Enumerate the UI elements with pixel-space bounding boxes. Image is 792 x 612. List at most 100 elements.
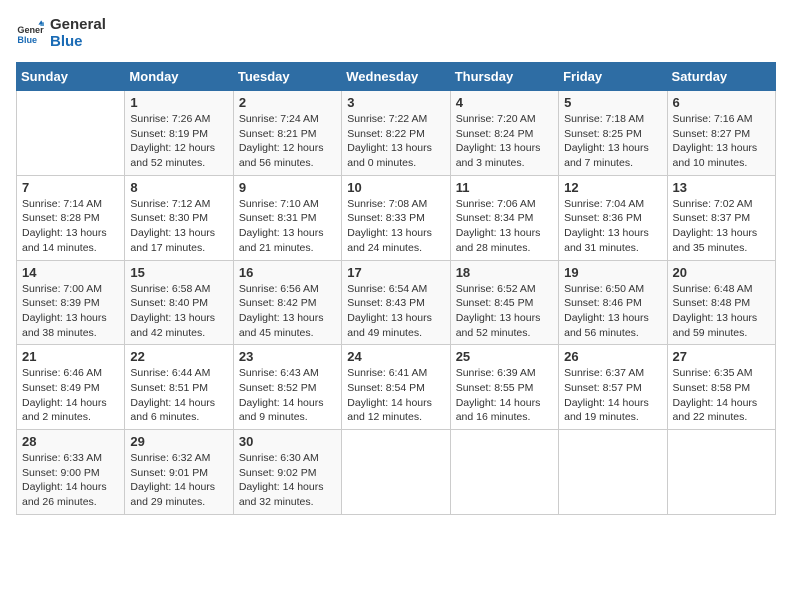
col-header-monday: Monday xyxy=(125,63,233,91)
day-number: 25 xyxy=(456,349,553,364)
day-number: 20 xyxy=(673,265,770,280)
logo-icon: General Blue xyxy=(16,19,44,47)
day-info: Sunrise: 7:22 AMSunset: 8:22 PMDaylight:… xyxy=(347,112,444,171)
calendar-cell: 24 Sunrise: 6:41 AMSunset: 8:54 PMDayligh… xyxy=(342,345,450,430)
calendar-week-row: 21 Sunrise: 6:46 AMSunset: 8:49 PMDayligh… xyxy=(17,345,776,430)
day-number: 3 xyxy=(347,95,444,110)
calendar-cell: 8 Sunrise: 7:12 AMSunset: 8:30 PMDaylight… xyxy=(125,175,233,260)
col-header-sunday: Sunday xyxy=(17,63,125,91)
day-info: Sunrise: 6:46 AMSunset: 8:49 PMDaylight:… xyxy=(22,366,119,425)
calendar-cell: 4 Sunrise: 7:20 AMSunset: 8:24 PMDaylight… xyxy=(450,91,558,176)
day-info: Sunrise: 7:24 AMSunset: 8:21 PMDaylight:… xyxy=(239,112,336,171)
col-header-tuesday: Tuesday xyxy=(233,63,341,91)
day-info: Sunrise: 7:02 AMSunset: 8:37 PMDaylight:… xyxy=(673,197,770,256)
day-info: Sunrise: 6:35 AMSunset: 8:58 PMDaylight:… xyxy=(673,366,770,425)
day-info: Sunrise: 7:06 AMSunset: 8:34 PMDaylight:… xyxy=(456,197,553,256)
day-info: Sunrise: 7:04 AMSunset: 8:36 PMDaylight:… xyxy=(564,197,661,256)
day-number: 18 xyxy=(456,265,553,280)
calendar-cell: 1 Sunrise: 7:26 AMSunset: 8:19 PMDaylight… xyxy=(125,91,233,176)
day-number: 24 xyxy=(347,349,444,364)
day-info: Sunrise: 6:54 AMSunset: 8:43 PMDaylight:… xyxy=(347,282,444,341)
calendar-cell: 14 Sunrise: 7:00 AMSunset: 8:39 PMDayligh… xyxy=(17,260,125,345)
day-info: Sunrise: 6:52 AMSunset: 8:45 PMDaylight:… xyxy=(456,282,553,341)
calendar-week-row: 1 Sunrise: 7:26 AMSunset: 8:19 PMDaylight… xyxy=(17,91,776,176)
calendar-cell: 11 Sunrise: 7:06 AMSunset: 8:34 PMDayligh… xyxy=(450,175,558,260)
calendar-cell xyxy=(17,91,125,176)
day-info: Sunrise: 7:00 AMSunset: 8:39 PMDaylight:… xyxy=(22,282,119,341)
day-info: Sunrise: 6:56 AMSunset: 8:42 PMDaylight:… xyxy=(239,282,336,341)
day-info: Sunrise: 7:26 AMSunset: 8:19 PMDaylight:… xyxy=(130,112,227,171)
day-number: 30 xyxy=(239,434,336,449)
day-info: Sunrise: 6:48 AMSunset: 8:48 PMDaylight:… xyxy=(673,282,770,341)
day-number: 13 xyxy=(673,180,770,195)
day-number: 4 xyxy=(456,95,553,110)
day-number: 29 xyxy=(130,434,227,449)
calendar-cell: 2 Sunrise: 7:24 AMSunset: 8:21 PMDaylight… xyxy=(233,91,341,176)
calendar-cell: 23 Sunrise: 6:43 AMSunset: 8:52 PMDayligh… xyxy=(233,345,341,430)
calendar-cell: 21 Sunrise: 6:46 AMSunset: 8:49 PMDayligh… xyxy=(17,345,125,430)
day-info: Sunrise: 6:30 AMSunset: 9:02 PMDaylight:… xyxy=(239,451,336,510)
day-number: 12 xyxy=(564,180,661,195)
calendar-week-row: 14 Sunrise: 7:00 AMSunset: 8:39 PMDayligh… xyxy=(17,260,776,345)
day-info: Sunrise: 6:37 AMSunset: 8:57 PMDaylight:… xyxy=(564,366,661,425)
day-number: 28 xyxy=(22,434,119,449)
day-number: 14 xyxy=(22,265,119,280)
col-header-friday: Friday xyxy=(559,63,667,91)
calendar-cell: 22Sunrise: 6:44 AMSunset: 8:51 PMDayligh… xyxy=(125,345,233,430)
calendar-cell: 19Sunrise: 6:50 AMSunset: 8:46 PMDayligh… xyxy=(559,260,667,345)
col-header-wednesday: Wednesday xyxy=(342,63,450,91)
calendar-cell: 5 Sunrise: 7:18 AMSunset: 8:25 PMDaylight… xyxy=(559,91,667,176)
day-number: 26 xyxy=(564,349,661,364)
day-info: Sunrise: 7:16 AMSunset: 8:27 PMDaylight:… xyxy=(673,112,770,171)
calendar-cell xyxy=(667,430,775,515)
calendar-cell: 27 Sunrise: 6:35 AMSunset: 8:58 PMDayligh… xyxy=(667,345,775,430)
day-number: 8 xyxy=(130,180,227,195)
calendar-cell xyxy=(450,430,558,515)
day-info: Sunrise: 6:50 AMSunset: 8:46 PMDaylight:… xyxy=(564,282,661,341)
calendar-cell: 30 Sunrise: 6:30 AMSunset: 9:02 PMDayligh… xyxy=(233,430,341,515)
calendar-cell: 25 Sunrise: 6:39 AMSunset: 8:55 PMDayligh… xyxy=(450,345,558,430)
day-info: Sunrise: 7:18 AMSunset: 8:25 PMDaylight:… xyxy=(564,112,661,171)
day-info: Sunrise: 7:08 AMSunset: 8:33 PMDaylight:… xyxy=(347,197,444,256)
day-number: 10 xyxy=(347,180,444,195)
day-number: 21 xyxy=(22,349,119,364)
page-header: General Blue General Blue xyxy=(16,16,776,50)
day-number: 23 xyxy=(239,349,336,364)
day-info: Sunrise: 6:43 AMSunset: 8:52 PMDaylight:… xyxy=(239,366,336,425)
col-header-saturday: Saturday xyxy=(667,63,775,91)
calendar-cell: 10 Sunrise: 7:08 AMSunset: 8:33 PMDayligh… xyxy=(342,175,450,260)
day-number: 2 xyxy=(239,95,336,110)
calendar-week-row: 7 Sunrise: 7:14 AMSunset: 8:28 PMDaylight… xyxy=(17,175,776,260)
day-number: 17 xyxy=(347,265,444,280)
calendar-week-row: 28Sunrise: 6:33 AMSunset: 9:00 PMDayligh… xyxy=(17,430,776,515)
calendar-cell: 26 Sunrise: 6:37 AMSunset: 8:57 PMDayligh… xyxy=(559,345,667,430)
calendar-table: SundayMondayTuesdayWednesdayThursdayFrid… xyxy=(16,62,776,515)
calendar-cell xyxy=(342,430,450,515)
day-number: 7 xyxy=(22,180,119,195)
day-info: Sunrise: 6:41 AMSunset: 8:54 PMDaylight:… xyxy=(347,366,444,425)
calendar-cell: 15Sunrise: 6:58 AMSunset: 8:40 PMDayligh… xyxy=(125,260,233,345)
day-number: 9 xyxy=(239,180,336,195)
day-number: 22 xyxy=(130,349,227,364)
day-info: Sunrise: 7:10 AMSunset: 8:31 PMDaylight:… xyxy=(239,197,336,256)
day-number: 27 xyxy=(673,349,770,364)
logo: General Blue General Blue xyxy=(16,16,106,50)
day-number: 5 xyxy=(564,95,661,110)
day-number: 1 xyxy=(130,95,227,110)
calendar-cell: 18 Sunrise: 6:52 AMSunset: 8:45 PMDayligh… xyxy=(450,260,558,345)
day-info: Sunrise: 6:39 AMSunset: 8:55 PMDaylight:… xyxy=(456,366,553,425)
day-number: 15 xyxy=(130,265,227,280)
day-info: Sunrise: 7:12 AMSunset: 8:30 PMDaylight:… xyxy=(130,197,227,256)
calendar-cell: 17 Sunrise: 6:54 AMSunset: 8:43 PMDayligh… xyxy=(342,260,450,345)
day-info: Sunrise: 7:14 AMSunset: 8:28 PMDaylight:… xyxy=(22,197,119,256)
calendar-header-row: SundayMondayTuesdayWednesdayThursdayFrid… xyxy=(17,63,776,91)
logo-text-general: General xyxy=(50,16,106,33)
calendar-cell: 7 Sunrise: 7:14 AMSunset: 8:28 PMDaylight… xyxy=(17,175,125,260)
calendar-cell xyxy=(559,430,667,515)
logo-text-blue: Blue xyxy=(50,33,106,50)
calendar-cell: 13 Sunrise: 7:02 AMSunset: 8:37 PMDayligh… xyxy=(667,175,775,260)
day-number: 11 xyxy=(456,180,553,195)
calendar-cell: 28Sunrise: 6:33 AMSunset: 9:00 PMDayligh… xyxy=(17,430,125,515)
calendar-cell: 9 Sunrise: 7:10 AMSunset: 8:31 PMDaylight… xyxy=(233,175,341,260)
day-info: Sunrise: 7:20 AMSunset: 8:24 PMDaylight:… xyxy=(456,112,553,171)
